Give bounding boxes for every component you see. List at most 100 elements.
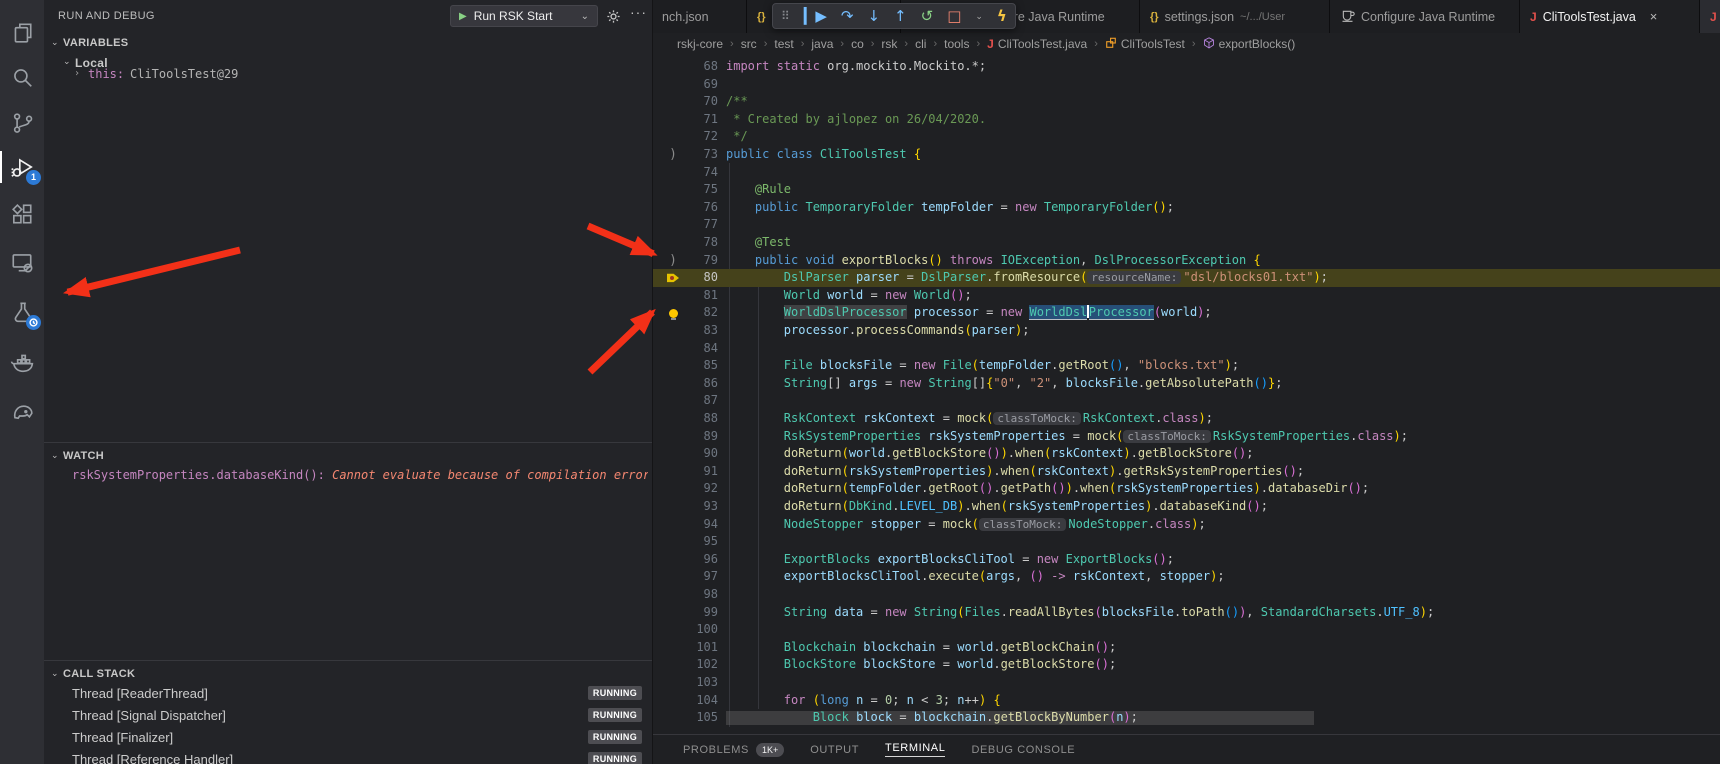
line-number[interactable]: 80 — [688, 270, 718, 284]
line-number[interactable]: 76 — [688, 200, 718, 214]
line-number[interactable]: 95 — [688, 534, 718, 548]
breadcrumb[interactable]: rskj-core›src›test›java›co›rsk›cli›tools… — [652, 33, 1720, 55]
glyph-margin[interactable] — [662, 480, 684, 498]
breadcrumb-item[interactable]: exportBlocks() — [1203, 37, 1296, 51]
breadcrumb-item[interactable]: tools — [944, 37, 969, 51]
variable-row-this[interactable]: › this: CliToolsTest@29 — [44, 66, 652, 85]
chevron-down-icon[interactable]: ⌄ — [975, 11, 983, 22]
glyph-margin[interactable] — [662, 656, 684, 674]
code-line-88[interactable]: 88 RskContext rskContext = mock(classToM… — [652, 410, 1720, 428]
code-line-74[interactable]: 74 — [652, 164, 1720, 182]
hot-code-replace-icon[interactable]: ϟ — [997, 9, 1007, 24]
editor-tab-settings-json[interactable]: {}settings.json~/.../User — [1140, 0, 1330, 33]
code-line-91[interactable]: 91 doReturn(rskSystemProperties).when(rs… — [652, 463, 1720, 481]
line-number[interactable]: 94 — [688, 517, 718, 531]
run-configuration-button[interactable]: ▶ Run RSK Start ⌄ — [450, 5, 598, 27]
glyph-margin[interactable] — [662, 621, 684, 639]
glyph-margin[interactable] — [662, 674, 684, 692]
code-line-70[interactable]: 70/** — [652, 93, 1720, 111]
line-number[interactable]: 77 — [688, 217, 718, 231]
code-line-95[interactable]: 95 — [652, 533, 1720, 551]
line-number[interactable]: 91 — [688, 464, 718, 478]
glyph-margin[interactable] — [662, 375, 684, 393]
editor-tab-nch-json[interactable]: nch.json — [652, 0, 747, 33]
code-line-94[interactable]: 94 NodeStopper stopper = mock(classToMoc… — [652, 516, 1720, 534]
glyph-margin[interactable] — [662, 692, 684, 710]
line-number[interactable]: 86 — [688, 376, 718, 390]
code-line-87[interactable]: 87 — [652, 392, 1720, 410]
glyph-margin[interactable] — [662, 322, 684, 340]
line-number[interactable]: 97 — [688, 569, 718, 583]
glyph-margin[interactable] — [662, 111, 684, 129]
line-number[interactable]: 100 — [688, 622, 718, 636]
line-number[interactable]: 82 — [688, 305, 718, 319]
remote-explorer-icon[interactable] — [0, 240, 44, 284]
code-line-75[interactable]: 75 @Rule — [652, 181, 1720, 199]
glyph-margin[interactable] — [662, 551, 684, 569]
breadcrumb-item[interactable]: co — [851, 37, 864, 51]
line-number[interactable]: 83 — [688, 323, 718, 337]
glyph-margin[interactable] — [662, 463, 684, 481]
breadcrumb-item[interactable]: test — [774, 37, 793, 51]
code-line-72[interactable]: 72 */ — [652, 128, 1720, 146]
source-control-icon[interactable] — [0, 100, 44, 144]
glyph-margin[interactable] — [662, 516, 684, 534]
code-line-93[interactable]: 93 doReturn(DbKind.LEVEL_DB).when(rskSys… — [652, 498, 1720, 516]
current-execution-pointer-icon[interactable] — [662, 269, 684, 287]
call-stack-section-header[interactable]: ⌄ CALL STACK — [44, 664, 652, 684]
stop-icon[interactable]: □ — [947, 9, 961, 24]
panel-tab-debug-console[interactable]: DEBUG CONSOLE — [971, 744, 1075, 756]
line-number[interactable]: 81 — [688, 288, 718, 302]
glyph-margin[interactable] — [662, 533, 684, 551]
line-number[interactable]: 105 — [688, 710, 718, 724]
code-line-100[interactable]: 100 — [652, 621, 1720, 639]
glyph-margin[interactable] — [662, 164, 684, 182]
line-number[interactable]: 73 — [688, 147, 718, 161]
line-number[interactable]: 93 — [688, 499, 718, 513]
code-line-98[interactable]: 98 — [652, 586, 1720, 604]
panel-tab-terminal[interactable]: TERMINAL — [885, 742, 945, 757]
line-number[interactable]: 103 — [688, 675, 718, 689]
glyph-margin[interactable] — [662, 199, 684, 217]
breadcrumb-item[interactable]: JCliToolsTest.java — [987, 37, 1087, 51]
glyph-margin[interactable] — [662, 604, 684, 622]
breadcrumb-item[interactable]: src — [741, 37, 757, 51]
call-stack-thread-row[interactable]: Thread [Signal Dispatcher]RUNNING — [44, 704, 652, 726]
line-number[interactable]: 74 — [688, 165, 718, 179]
step-into-icon[interactable]: ↓ — [867, 9, 880, 24]
glyph-margin[interactable] — [662, 76, 684, 94]
watch-expression-row[interactable]: rskSystemProperties.databaseKind(): Cann… — [72, 468, 648, 486]
code-line-103[interactable]: 103 — [652, 674, 1720, 692]
breadcrumb-item[interactable]: rskj-core — [677, 37, 723, 51]
line-number[interactable]: 70 — [688, 94, 718, 108]
line-number[interactable]: 92 — [688, 481, 718, 495]
fold-icon[interactable]: ) — [662, 252, 684, 270]
docker-icon[interactable] — [0, 340, 44, 384]
lightbulb-icon[interactable] — [662, 304, 684, 322]
glyph-margin[interactable] — [662, 234, 684, 252]
glyph-margin[interactable] — [662, 287, 684, 305]
panel-tab-output[interactable]: OUTPUT — [810, 744, 859, 756]
code-line-90[interactable]: 90 doReturn(world.getBlockStore()).when(… — [652, 445, 1720, 463]
line-number[interactable]: 96 — [688, 552, 718, 566]
editor-tab-configure-java-runtime[interactable]: Configure Java Runtime — [1330, 0, 1520, 33]
call-stack-thread-row[interactable]: Thread [Finalizer]RUNNING — [44, 726, 652, 748]
glyph-margin[interactable] — [662, 410, 684, 428]
line-number[interactable]: 72 — [688, 129, 718, 143]
glyph-margin[interactable] — [662, 340, 684, 358]
editor-tab-clitoolstest-java[interactable]: JCliToolsTest.java× — [1520, 0, 1700, 33]
run-and-debug-icon[interactable]: 1 — [0, 145, 44, 189]
call-stack-thread-row[interactable]: Thread [Reference Handler]RUNNING — [44, 748, 652, 764]
panel-tab-problems[interactable]: PROBLEMS1K+ — [683, 743, 784, 757]
glyph-margin[interactable] — [662, 181, 684, 199]
glyph-margin[interactable] — [662, 639, 684, 657]
code-line-89[interactable]: 89 RskSystemProperties rskSystemProperti… — [652, 428, 1720, 446]
line-number[interactable]: 104 — [688, 693, 718, 707]
code-line-84[interactable]: 84 — [652, 340, 1720, 358]
step-over-icon[interactable]: ↷ — [841, 9, 854, 24]
code-line-73[interactable]: )73public class CliToolsTest { — [652, 146, 1720, 164]
editor-tab[interactable]: J — [1700, 0, 1720, 33]
line-number[interactable]: 102 — [688, 657, 718, 671]
line-number[interactable]: 89 — [688, 429, 718, 443]
glyph-margin[interactable] — [662, 357, 684, 375]
